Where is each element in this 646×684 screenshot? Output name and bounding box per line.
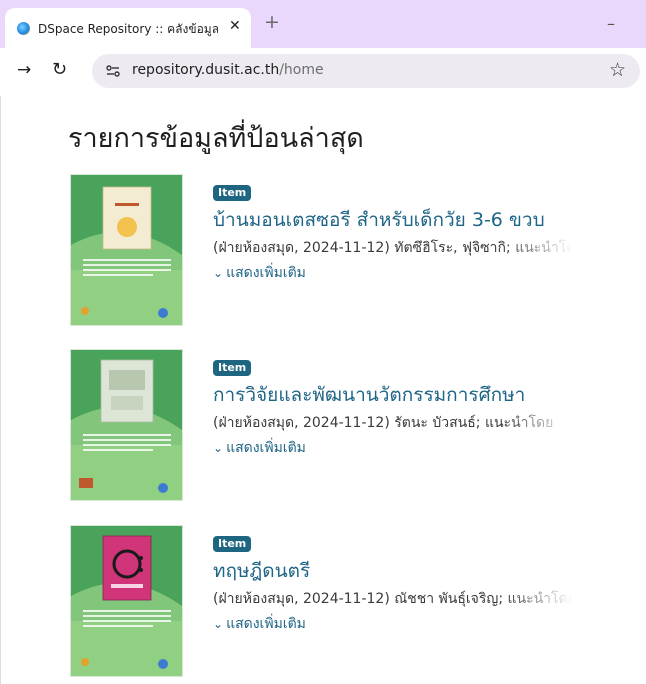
item-thumbnail[interactable]	[70, 174, 183, 326]
url-host: repository.dusit.ac.th	[132, 62, 280, 78]
tab-strip: DSpace Repository :: คลังข้อมูลดิจิทัล ✕…	[0, 0, 646, 48]
browser-toolbar: → ↻ repository.dusit.ac.th/home ☆	[0, 48, 646, 96]
show-more-link[interactable]: ⌄ แสดงเพิ่มเติม	[213, 437, 630, 459]
item-title-link[interactable]: บ้านมอนเตสซอรี สำหรับเด็กวัย 3-6 ขวบ	[213, 205, 630, 235]
page-title: รายการข้อมูลที่ป้อนล่าสุด	[68, 123, 364, 154]
show-more-label: แสดงเพิ่มเติม	[226, 265, 306, 281]
item-badge: Item	[213, 360, 252, 376]
chevron-down-icon: ⌄	[213, 441, 224, 455]
item-meta: (ฝ่ายห้องสมุด, 2024-11-12) ทัตซึฮิโระ, ฟ…	[213, 237, 573, 259]
show-more-label: แสดงเพิ่มเติม	[226, 440, 306, 456]
url-path: /home	[279, 62, 324, 78]
dspace-favicon-icon	[17, 22, 30, 35]
show-more-link[interactable]: ⌄ แสดงเพิ่มเติม	[213, 262, 630, 284]
browser-tab[interactable]: DSpace Repository :: คลังข้อมูลดิจิทัล ✕	[5, 8, 251, 48]
new-tab-button[interactable]: +	[264, 11, 280, 33]
minimize-button[interactable]: –	[607, 14, 615, 33]
chevron-down-icon: ⌄	[213, 617, 224, 631]
list-item: Item ทฤษฎีดนตรี (ฝ่ายห้องสมุด, 2024-11-1…	[70, 525, 630, 677]
item-details: Item การวิจัยและพัฒนานวัตกรรมการศึกษา (ฝ…	[213, 356, 630, 459]
item-title-link[interactable]: ทฤษฎีดนตรี	[213, 556, 630, 586]
url-text[interactable]: repository.dusit.ac.th/home	[132, 62, 324, 78]
page-edge	[0, 96, 1, 684]
item-badge: Item	[213, 536, 252, 552]
show-more-link[interactable]: ⌄ แสดงเพิ่มเติม	[213, 613, 630, 635]
item-meta: (ฝ่ายห้องสมุด, 2024-11-12) รัตนะ บัวสนธ์…	[213, 412, 573, 434]
site-settings-icon[interactable]	[105, 63, 121, 79]
item-meta: (ฝ่ายห้องสมุด, 2024-11-12) ณัชชา พันธุ์เ…	[213, 588, 573, 610]
show-more-label: แสดงเพิ่มเติม	[226, 616, 306, 632]
item-thumbnail[interactable]	[70, 349, 183, 501]
item-details: Item ทฤษฎีดนตรี (ฝ่ายห้องสมุด, 2024-11-1…	[213, 532, 630, 635]
list-item: Item บ้านมอนเตสซอรี สำหรับเด็กวัย 3-6 ขว…	[70, 174, 630, 326]
tab-title: DSpace Repository :: คลังข้อมูลดิจิทัล	[38, 22, 218, 36]
item-thumbnail[interactable]	[70, 525, 183, 677]
list-item: Item การวิจัยและพัฒนานวัตกรรมการศึกษา (ฝ…	[70, 349, 630, 501]
meta-fade-overlay	[503, 588, 573, 610]
chevron-down-icon: ⌄	[213, 266, 224, 280]
forward-arrow-icon[interactable]: →	[17, 60, 31, 80]
reload-icon[interactable]: ↻	[52, 59, 67, 80]
item-badge: Item	[213, 185, 252, 201]
bookmark-star-icon[interactable]: ☆	[609, 59, 626, 81]
item-details: Item บ้านมอนเตสซอรี สำหรับเด็กวัย 3-6 ขว…	[213, 181, 630, 284]
meta-fade-overlay	[503, 412, 573, 434]
close-icon[interactable]: ✕	[229, 18, 241, 34]
item-title-link[interactable]: การวิจัยและพัฒนานวัตกรรมการศึกษา	[213, 380, 630, 410]
meta-fade-overlay	[503, 237, 573, 259]
address-bar[interactable]: repository.dusit.ac.th/home ☆	[92, 54, 640, 88]
